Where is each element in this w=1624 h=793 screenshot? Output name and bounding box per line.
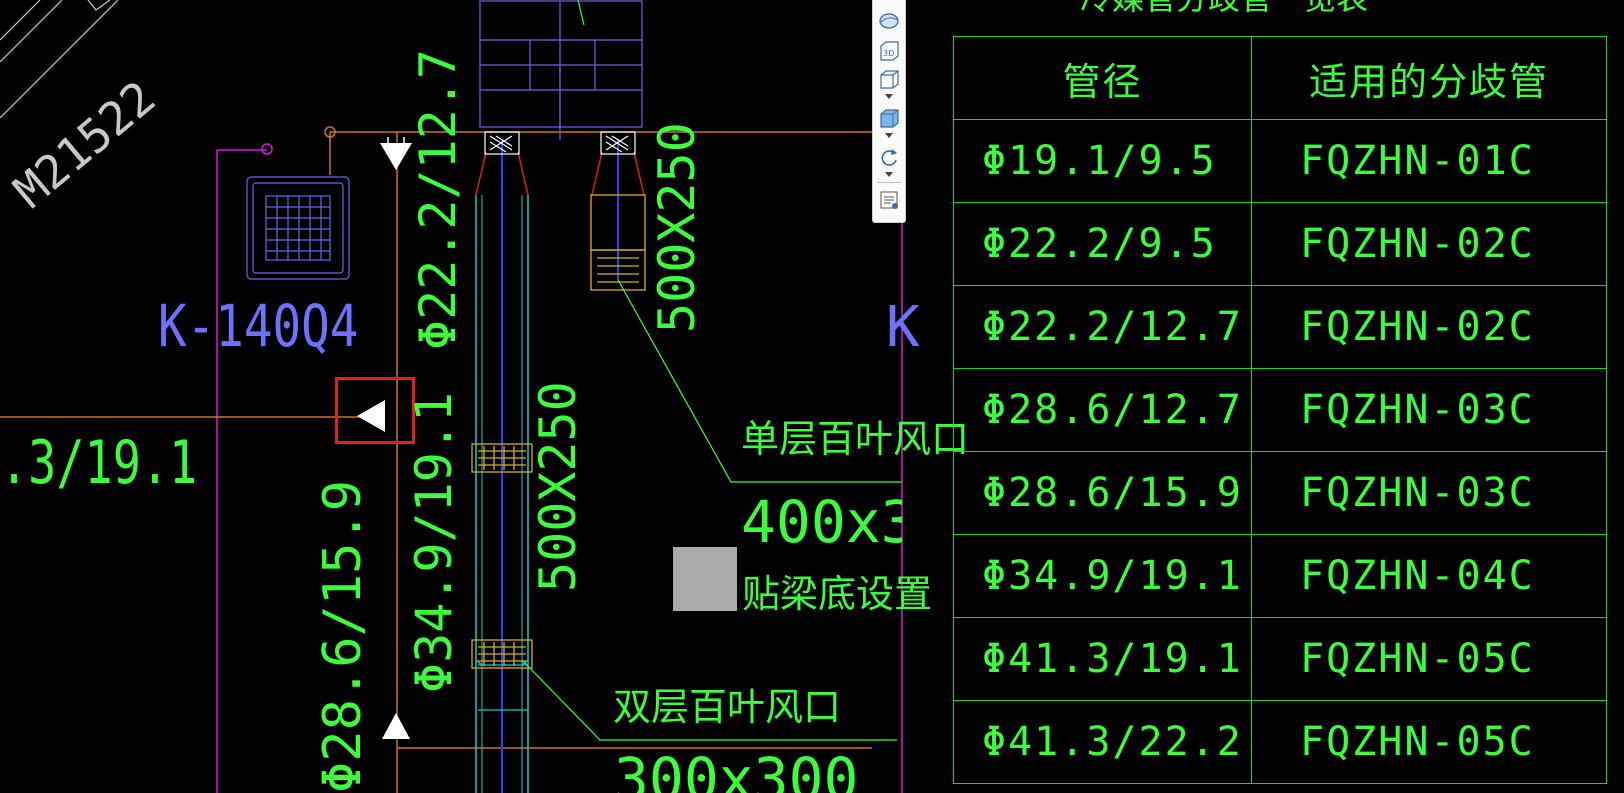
unit-label-left[interactable]: K-140Q4: [158, 297, 358, 355]
cell-model[interactable]: FQZHN-05C: [1251, 700, 1607, 784]
cell-model[interactable]: FQZHN-02C: [1251, 202, 1607, 286]
cell-model[interactable]: FQZHN-03C: [1251, 368, 1607, 452]
visual-style-icon[interactable]: [877, 106, 901, 130]
pipe-label-p1[interactable]: Φ22.2/12.7: [409, 49, 467, 350]
properties-icon[interactable]: [877, 188, 901, 212]
table-row: Φ22.2/12.7 FQZHN-02C: [953, 285, 1607, 369]
cad-drawing-canvas[interactable]: M21522 K-140Q4 K .3/19.1 Φ22.2/12.7 Φ34.…: [0, 0, 1624, 793]
table-row: Φ28.6/12.7 FQZHN-03C: [953, 368, 1607, 452]
cell-model[interactable]: FQZHN-05C: [1251, 617, 1607, 701]
chevron-down-icon[interactable]: [884, 172, 894, 178]
beam-block[interactable]: [673, 547, 737, 611]
leader-lines: [521, 0, 902, 741]
chevron-down-icon[interactable]: [884, 133, 894, 139]
table-header-row: 管径 适用的分歧管: [953, 36, 1607, 120]
orbit-icon[interactable]: [877, 8, 901, 32]
cell-diameter[interactable]: Φ22.2/12.7: [953, 285, 1252, 369]
single-grille-size[interactable]: 400x300: [741, 493, 902, 551]
duct-label-d1[interactable]: 500X250: [648, 122, 706, 333]
cell-diameter[interactable]: Φ34.9/19.1: [953, 534, 1252, 618]
table-row: Φ34.9/19.1 FQZHN-04C: [953, 534, 1607, 618]
rotate-icon[interactable]: [877, 145, 901, 169]
pipe-label-p2[interactable]: Φ34.9/19.1: [405, 392, 463, 693]
cell-diameter[interactable]: Φ41.3/22.2: [953, 700, 1252, 784]
table-row: Φ22.2/9.5 FQZHN-02C: [953, 202, 1607, 286]
duct-label-d2[interactable]: 500X250: [529, 381, 587, 592]
cell-diameter[interactable]: Φ28.6/15.9: [953, 451, 1252, 535]
double-grille-size[interactable]: 300x300: [614, 750, 858, 793]
beam-note[interactable]: 贴梁底设置: [742, 575, 932, 613]
svg-text:3D: 3D: [883, 49, 894, 58]
pipe-label-p3[interactable]: Φ28.6/15.9: [313, 480, 373, 793]
cell-diameter[interactable]: Φ22.2/9.5: [953, 202, 1252, 286]
header-pipe-diameter[interactable]: 管径: [953, 36, 1252, 120]
table-row: Φ41.3/22.2 FQZHN-05C: [953, 700, 1607, 784]
selected-arrow-box[interactable]: [335, 377, 415, 444]
table-title-partial: 冷媒管分歧管一览表: [1080, 0, 1368, 14]
view-cube-icon[interactable]: [877, 67, 901, 91]
cell-diameter[interactable]: Φ41.3/19.1: [953, 617, 1252, 701]
cell-model[interactable]: FQZHN-02C: [1251, 285, 1607, 369]
3d-view-icon[interactable]: 3D: [877, 38, 901, 62]
pipe-label-left-edge[interactable]: .3/19.1: [0, 433, 197, 493]
cell-model[interactable]: FQZHN-03C: [1251, 451, 1607, 535]
view-toolbar: 3D: [872, 0, 906, 223]
cell-model[interactable]: FQZHN-04C: [1251, 534, 1607, 618]
table-row: Φ28.6/15.9 FQZHN-03C: [953, 451, 1607, 535]
toolbar-divider: [877, 182, 901, 183]
unit-label-right[interactable]: K: [886, 300, 920, 356]
single-grille-label[interactable]: 单层百叶风口: [741, 420, 969, 458]
double-grille-label[interactable]: 双层百叶风口: [613, 688, 841, 726]
cell-diameter[interactable]: Φ19.1/9.5: [953, 119, 1252, 203]
cell-model[interactable]: FQZHN-01C: [1251, 119, 1607, 203]
table-row: Φ41.3/19.1 FQZHN-05C: [953, 617, 1607, 701]
header-branch-model[interactable]: 适用的分歧管: [1251, 36, 1607, 120]
cell-diameter[interactable]: Φ28.6/12.7: [953, 368, 1252, 452]
branch-pipe-table: 管径 适用的分歧管 Φ19.1/9.5 FQZHN-01C Φ22.2/9.5 …: [953, 36, 1607, 784]
table-row: Φ19.1/9.5 FQZHN-01C: [953, 119, 1607, 203]
chevron-down-icon[interactable]: [884, 94, 894, 100]
